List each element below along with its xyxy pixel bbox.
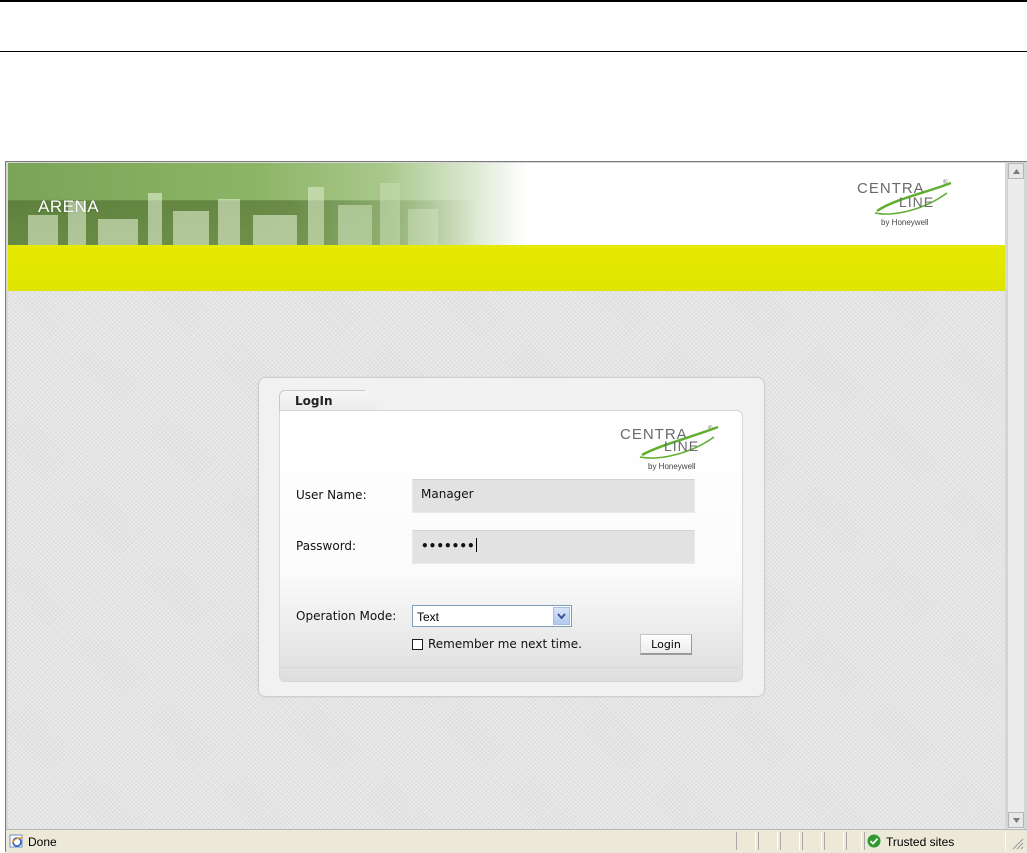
login-button[interactable]: Login — [640, 634, 692, 655]
text-caret — [475, 538, 477, 552]
operation-mode-value: Text — [417, 610, 440, 624]
password-input[interactable]: ••••••• — [412, 530, 695, 564]
login-card: CENTRA ® LINE by Honeywell User Name: Ma… — [279, 410, 743, 682]
ie-page-icon — [9, 834, 24, 848]
username-label: User Name: — [296, 488, 367, 502]
status-pane — [802, 832, 822, 850]
operation-mode-label: Operation Mode: — [296, 609, 397, 623]
card-divider — [280, 667, 740, 668]
vertical-scrollbar[interactable] — [1007, 163, 1024, 829]
zone-text: Trusted sites — [886, 835, 955, 849]
svg-text:LINE: LINE — [899, 194, 934, 210]
document-header-rule — [0, 51, 1027, 52]
status-pane — [780, 832, 800, 850]
resize-grip-icon[interactable] — [1010, 836, 1024, 850]
login-panel: LogIn CENTRA ® LINE by Honeywell User Na… — [258, 377, 765, 697]
password-label: Password: — [296, 539, 357, 553]
status-pane — [824, 832, 844, 850]
status-text: Done — [28, 835, 57, 849]
tab-login-label: LogIn — [295, 394, 333, 408]
page-viewport: ARENA CENTRA ® LINE by Honeywell LogIn C… — [8, 163, 1005, 829]
status-pane — [846, 832, 862, 850]
svg-text:by Honeywell: by Honeywell — [881, 218, 929, 227]
chevron-down-icon[interactable] — [553, 607, 570, 625]
document-top-rule — [0, 0, 1027, 2]
operation-mode-select[interactable]: Text — [412, 605, 572, 627]
username-input[interactable]: Manager — [412, 479, 695, 513]
app-title: ARENA — [38, 197, 100, 216]
status-bar: Done Trusted sites — [6, 829, 1027, 853]
remember-me-label[interactable]: Remember me next time. — [428, 637, 582, 651]
accent-bar — [8, 245, 1005, 291]
svg-text:by Honeywell: by Honeywell — [648, 462, 696, 471]
password-value: ••••••• — [421, 539, 475, 553]
site-header: ARENA CENTRA ® LINE by Honeywell — [8, 163, 1005, 245]
svg-text:LINE: LINE — [664, 438, 699, 454]
centraline-logo: CENTRA ® LINE by Honeywell — [857, 179, 952, 227]
browser-window: ARENA CENTRA ® LINE by Honeywell LogIn C… — [5, 161, 1027, 853]
status-pane — [736, 832, 756, 850]
scroll-up-button[interactable] — [1008, 163, 1024, 179]
scroll-down-button[interactable] — [1008, 812, 1024, 828]
status-pane — [758, 832, 778, 850]
remember-me-checkbox[interactable] — [412, 639, 423, 650]
centraline-logo: CENTRA ® LINE by Honeywell — [620, 425, 719, 471]
check-shield-icon — [867, 834, 881, 848]
username-value: Manager — [421, 487, 474, 501]
